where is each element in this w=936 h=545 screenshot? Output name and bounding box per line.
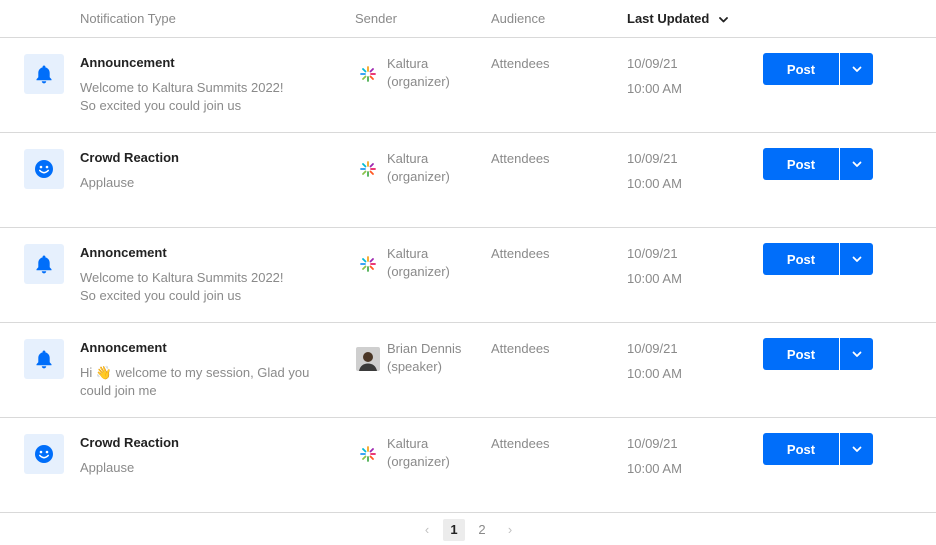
sort-chevron-down-icon[interactable] xyxy=(719,11,728,26)
last-updated-time: 10:00 AM xyxy=(627,176,682,191)
last-updated-date: 10/09/21 xyxy=(627,246,678,261)
post-button[interactable]: Post xyxy=(763,433,839,465)
last-updated-date: 10/09/21 xyxy=(627,341,678,356)
post-button[interactable]: Post xyxy=(763,338,839,370)
notification-type-cell: Annoncement Hi 👋 welcome to my session, G… xyxy=(80,340,330,400)
notification-message: Welcome to Kaltura Summits 2022! So excit… xyxy=(80,269,320,305)
sender-name: Kaltura xyxy=(387,436,429,451)
last-updated-date: 10/09/21 xyxy=(627,56,678,71)
post-button[interactable]: Post xyxy=(763,53,839,85)
notification-title: Announcement xyxy=(80,55,175,70)
notification-message-line: Welcome to Kaltura Summits 2022! xyxy=(80,270,284,285)
kaltura-logo-icon xyxy=(356,442,380,466)
table-header: Notification Type Sender Audience Last U… xyxy=(0,0,936,38)
post-options-chevron-down-icon[interactable] xyxy=(840,433,873,465)
last-updated-date: 10/09/21 xyxy=(627,436,678,451)
sender-role: (organizer) xyxy=(387,74,450,89)
post-options-chevron-down-icon[interactable] xyxy=(840,243,873,275)
pagination: ‹ 1 2 › xyxy=(0,512,936,545)
sender-name: Kaltura xyxy=(387,56,429,71)
last-updated-cell: 10/09/21 10:00 AM xyxy=(627,435,682,478)
post-split-button: Post xyxy=(763,53,873,85)
smiley-icon xyxy=(24,434,64,474)
post-button[interactable]: Post xyxy=(763,243,839,275)
last-updated-time: 10:00 AM xyxy=(627,461,682,476)
last-updated-time: 10:00 AM xyxy=(627,271,682,286)
sender-role: (organizer) xyxy=(387,169,450,184)
bell-icon xyxy=(24,339,64,379)
table-row: Announcement Welcome to Kaltura Summits 2… xyxy=(0,38,936,133)
notification-type-cell: Annoncement Welcome to Kaltura Summits 20… xyxy=(80,245,330,305)
sender-name: Kaltura xyxy=(387,246,429,261)
last-updated-cell: 10/09/21 10:00 AM xyxy=(627,245,682,288)
sender-role: (speaker) xyxy=(387,359,442,374)
sender-role: (organizer) xyxy=(387,264,450,279)
last-updated-cell: 10/09/21 10:00 AM xyxy=(627,340,682,383)
pagination-page-1[interactable]: 1 xyxy=(443,519,465,541)
audience-cell: Attendees xyxy=(491,56,550,71)
smiley-icon xyxy=(24,149,64,189)
notification-message-line: Welcome to Kaltura Summits 2022! xyxy=(80,80,284,95)
last-updated-date: 10/09/21 xyxy=(627,151,678,166)
sender-name: Brian Dennis xyxy=(387,341,462,356)
notification-message-line: could join me xyxy=(80,383,157,398)
table-row: Annoncement Hi 👋 welcome to my session, G… xyxy=(0,323,936,418)
column-header-notification-type[interactable]: Notification Type xyxy=(80,11,176,26)
pagination-page-2[interactable]: 2 xyxy=(471,519,493,541)
notification-message-line: Applause xyxy=(80,460,135,475)
user-avatar xyxy=(356,347,380,371)
notification-type-cell: Announcement Welcome to Kaltura Summits 2… xyxy=(80,55,330,115)
notification-title: Annoncement xyxy=(80,340,167,355)
sender-role: (organizer) xyxy=(387,454,450,469)
notification-type-cell: Crowd Reaction Applause xyxy=(80,150,330,192)
notification-message-line: So excited you could join us xyxy=(80,288,242,303)
notification-title: Annoncement xyxy=(80,245,167,260)
post-split-button: Post xyxy=(763,338,873,370)
post-options-chevron-down-icon[interactable] xyxy=(840,338,873,370)
sender-name: Kaltura xyxy=(387,151,429,166)
post-button[interactable]: Post xyxy=(763,148,839,180)
last-updated-cell: 10/09/21 10:00 AM xyxy=(627,55,682,98)
notification-message-line: Hi 👋 welcome to my session, Glad you xyxy=(80,365,310,380)
table-row: Crowd Reaction Applause Kaltura (organizer)… xyxy=(0,133,936,228)
audience-cell: Attendees xyxy=(491,151,550,166)
notification-message-line: Applause xyxy=(80,175,135,190)
notification-message-line: So excited you could join us xyxy=(80,98,242,113)
notification-message: Welcome to Kaltura Summits 2022! So excit… xyxy=(80,79,320,115)
kaltura-logo-icon xyxy=(356,157,380,181)
kaltura-logo-icon xyxy=(356,252,380,276)
notification-type-cell: Crowd Reaction Applause xyxy=(80,435,330,477)
last-updated-cell: 10/09/21 10:00 AM xyxy=(627,150,682,193)
post-options-chevron-down-icon[interactable] xyxy=(840,148,873,180)
bell-icon xyxy=(24,244,64,284)
post-split-button: Post xyxy=(763,243,873,275)
notification-message: Applause xyxy=(80,174,320,192)
table-body: Announcement Welcome to Kaltura Summits 2… xyxy=(0,38,936,512)
notification-message: Hi 👋 welcome to my session, Glad you coul… xyxy=(80,364,320,400)
pagination-prev-button[interactable]: ‹ xyxy=(420,519,434,541)
post-options-chevron-down-icon[interactable] xyxy=(840,53,873,85)
notifications-table: Notification Type Sender Audience Last U… xyxy=(0,0,936,545)
audience-cell: Attendees xyxy=(491,341,550,356)
notification-title: Crowd Reaction xyxy=(80,435,179,450)
post-split-button: Post xyxy=(763,148,873,180)
pagination-next-button[interactable]: › xyxy=(503,519,517,541)
audience-cell: Attendees xyxy=(491,246,550,261)
table-row: Crowd Reaction Applause Kaltura (organizer)… xyxy=(0,418,936,512)
last-updated-time: 10:00 AM xyxy=(627,366,682,381)
notification-message: Applause xyxy=(80,459,320,477)
bell-icon xyxy=(24,54,64,94)
column-header-audience[interactable]: Audience xyxy=(491,11,545,26)
column-header-last-updated-label: Last Updated xyxy=(627,11,710,26)
last-updated-time: 10:00 AM xyxy=(627,81,682,96)
post-split-button: Post xyxy=(763,433,873,465)
audience-cell: Attendees xyxy=(491,436,550,451)
kaltura-logo-icon xyxy=(356,62,380,86)
table-row: Annoncement Welcome to Kaltura Summits 20… xyxy=(0,228,936,323)
notification-title: Crowd Reaction xyxy=(80,150,179,165)
column-header-last-updated[interactable]: Last Updated xyxy=(627,11,728,26)
column-header-sender[interactable]: Sender xyxy=(355,11,397,26)
